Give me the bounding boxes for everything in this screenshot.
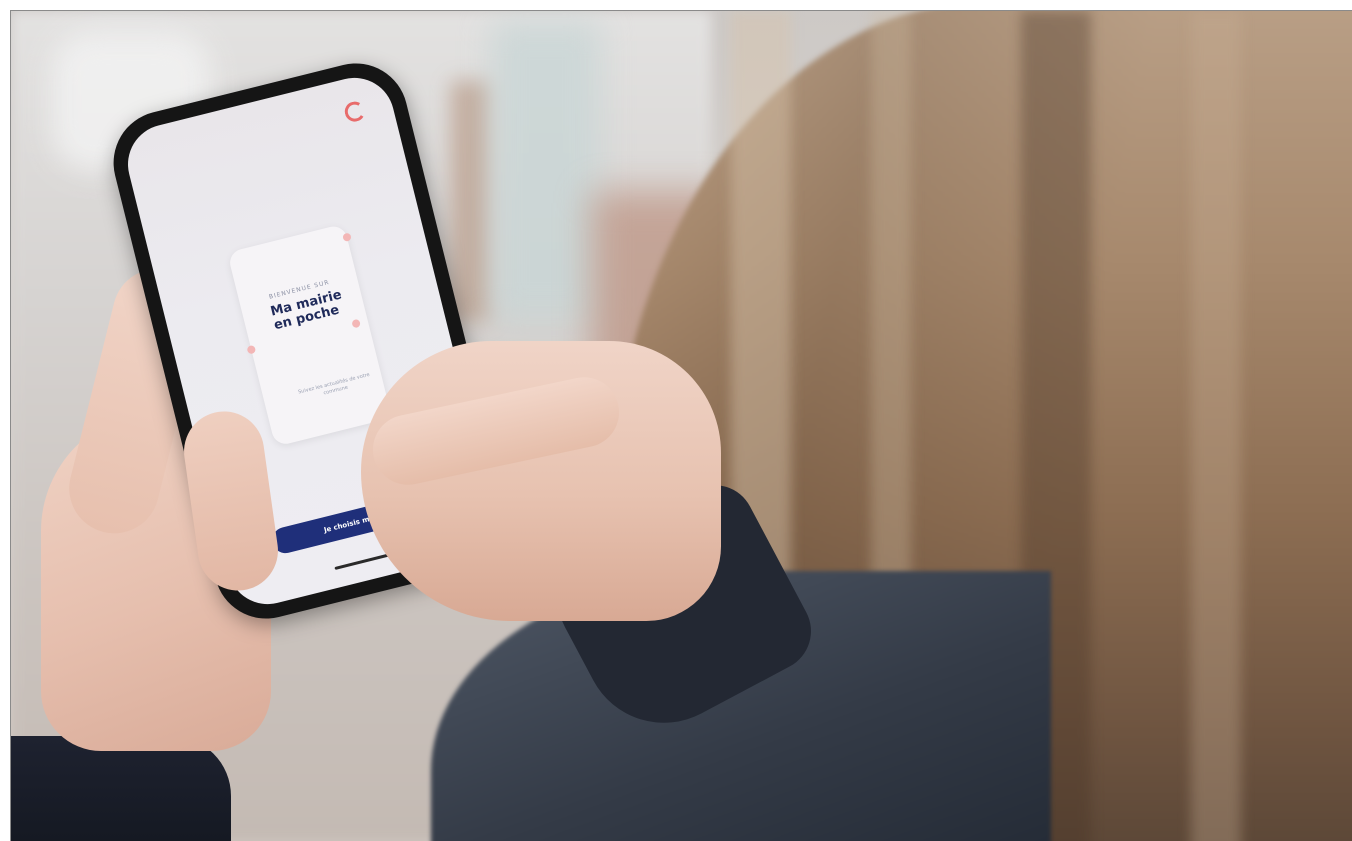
- background-pole: [451, 81, 491, 321]
- decor-dot: [351, 318, 361, 329]
- left-sleeve: [11, 736, 231, 841]
- decor-dot: [342, 232, 352, 243]
- welcome-card: BIENVENUE SUR Ma mairie en poche Suivez …: [227, 223, 392, 447]
- background-window: [491, 21, 601, 321]
- hair-highlight: [1191, 11, 1241, 841]
- card-body: Suivez les actualités de votre commune: [297, 371, 371, 397]
- decor-dot: [246, 344, 257, 355]
- app-logo-icon: [342, 99, 367, 124]
- photo: BIENVENUE SUR Ma mairie en poche Suivez …: [10, 10, 1352, 841]
